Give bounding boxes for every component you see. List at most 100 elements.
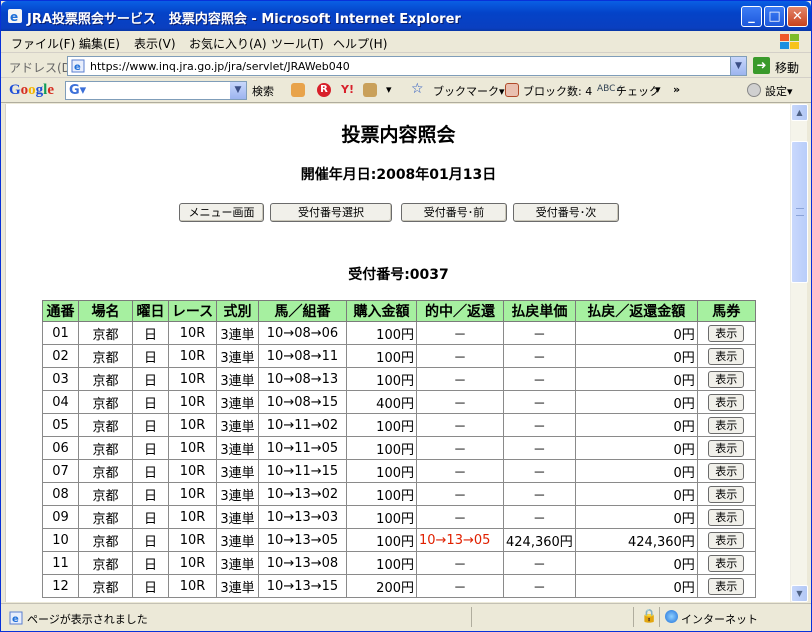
row-hit: － [416, 574, 504, 598]
row-seq: 05 [42, 413, 79, 437]
menu-view[interactable]: 表示(V) [134, 35, 176, 52]
row-hit: － [416, 413, 504, 437]
yahoo-icon[interactable]: Y! [341, 83, 355, 97]
col-header: 払戻単価 [503, 300, 576, 322]
col-header: 購入金額 [346, 300, 417, 322]
row-day: 日 [132, 390, 169, 414]
show-ticket-button[interactable]: 表示 [708, 577, 745, 595]
row-bet-type: 3連単 [216, 367, 259, 391]
row-payout-unit: － [503, 482, 576, 506]
row-race: 10R [168, 551, 217, 575]
settings-icon [747, 83, 761, 97]
row-ticket: 表示 [696, 436, 756, 460]
show-ticket-button[interactable]: 表示 [708, 416, 745, 434]
menu-help[interactable]: ヘルプ(H) [333, 35, 387, 52]
row-combination: 10→11→02 [258, 413, 347, 437]
address-dropdown-icon[interactable]: ▼ [730, 57, 746, 75]
row-combination: 10→13→03 [258, 505, 347, 529]
row-venue: 京都 [78, 413, 133, 437]
row-payout-unit: － [503, 367, 576, 391]
table-row: 08 京都日 10R 3連単 10→13→02 100円－－ 0円 表示 [42, 482, 756, 506]
row-seq: 11 [42, 551, 79, 575]
menu-tools[interactable]: ツール(T) [271, 35, 324, 52]
google-search-input[interactable]: G▾ ▼ [65, 81, 247, 100]
row-hit: － [416, 321, 504, 345]
row-amount: 100円 [346, 551, 417, 575]
scroll-down-icon[interactable]: ▼ [791, 585, 808, 602]
title-bar[interactable]: e JRA投票照会サービス 投票内容照会 - Microsoft Interne… [1, 1, 811, 31]
receipt-number: 受付番号:0037 [348, 267, 449, 283]
show-ticket-button[interactable]: 表示 [708, 485, 745, 503]
menu-screen-button[interactable]: メニュー画面 [179, 203, 264, 222]
more-chevron-icon[interactable]: » [673, 83, 680, 96]
table-row: 01 京都日 10R 3連単 10→08→06 100円－－ 0円 表示 [42, 321, 756, 345]
bookmarks-button[interactable]: ブックマーク▾ [433, 83, 505, 99]
maximize-button[interactable]: □ [764, 6, 785, 27]
settings-button[interactable]: 設定▾ [765, 83, 793, 99]
row-seq: 07 [42, 459, 79, 483]
extension-dropdown-icon[interactable]: ▾ [386, 83, 392, 96]
vertical-scrollbar[interactable]: ▲ ▼ [790, 104, 808, 602]
spellcheck-button[interactable]: チェック [616, 83, 660, 99]
row-payout-total: 0円 [574, 551, 698, 575]
address-label: アドレス(D) [9, 61, 76, 75]
show-ticket-button[interactable]: 表示 [708, 370, 745, 388]
spellcheck-dropdown-icon[interactable]: ▾ [655, 83, 661, 96]
row-payout-unit: － [503, 344, 576, 368]
google-logo[interactable]: Google [9, 82, 54, 99]
show-ticket-button[interactable]: 表示 [708, 531, 745, 549]
receipt-next-button[interactable]: 受付番号･次 [513, 203, 619, 222]
table-row: 07 京都日 10R 3連単 10→11→15 100円－－ 0円 表示 [42, 459, 756, 483]
row-race: 10R [168, 413, 217, 437]
show-ticket-button[interactable]: 表示 [708, 324, 745, 342]
table-row: 10 京都日 10R 3連単 10→13→05 100円 10→13→05 424,360円 4… [42, 528, 756, 552]
go-arrow-icon: ➜ [753, 57, 770, 74]
menu-edit[interactable]: 編集(E) [79, 35, 120, 52]
row-day: 日 [132, 436, 169, 460]
pagerank-icon[interactable] [291, 83, 305, 97]
google-search-dropdown-icon[interactable]: ▼ [230, 82, 246, 99]
extension-icon[interactable] [363, 83, 377, 97]
show-ticket-button[interactable]: 表示 [708, 347, 745, 365]
col-header: 馬／組番 [258, 300, 347, 322]
table-row: 12 京都日 10R 3連単 10→13→15 200円－－ 0円 表示 [42, 574, 756, 598]
minimize-button[interactable]: _ [741, 6, 762, 27]
row-bet-type: 3連単 [216, 436, 259, 460]
row-hit: － [416, 459, 504, 483]
row-ticket: 表示 [696, 344, 756, 368]
table-row: 03 京都日 10R 3連単 10→08→13 100円－－ 0円 表示 [42, 367, 756, 391]
google-search-button[interactable]: 検索 [252, 83, 274, 99]
address-input[interactable]: e https://www.inq.jra.go.jp/jra/servlet/… [67, 56, 747, 76]
menu-favorites[interactable]: お気に入り(A) [189, 35, 267, 52]
row-payout-total: 0円 [574, 436, 698, 460]
go-button[interactable]: ➜ 移動 [753, 57, 809, 75]
row-amount: 100円 [346, 344, 417, 368]
receipt-select-button[interactable]: 受付番号選択 [270, 203, 392, 222]
bet-table: 通番 場名 曜日 レース 式別 馬／組番 購入金額 的中／返還 払戻単価 払戻／… [42, 300, 756, 598]
show-ticket-button[interactable]: 表示 [708, 439, 745, 457]
row-amount: 100円 [346, 482, 417, 506]
row-race: 10R [168, 321, 217, 345]
star-icon[interactable]: ☆ [411, 81, 424, 97]
internet-globe-icon [665, 610, 678, 623]
show-ticket-button[interactable]: 表示 [708, 554, 745, 572]
show-ticket-button[interactable]: 表示 [708, 393, 745, 411]
row-race: 10R [168, 459, 217, 483]
menu-file[interactable]: ファイル(F) [11, 35, 75, 52]
table-row: 06 京都日 10R 3連単 10→11→05 100円－－ 0円 表示 [42, 436, 756, 460]
show-ticket-button[interactable]: 表示 [708, 508, 745, 526]
r-icon[interactable]: R [317, 83, 331, 97]
row-hit: － [416, 367, 504, 391]
row-day: 日 [132, 551, 169, 575]
popup-blocked-count[interactable]: ブロック数: 4 [523, 83, 592, 99]
row-payout-total: 0円 [574, 413, 698, 437]
scroll-thumb[interactable] [791, 141, 808, 283]
show-ticket-button[interactable]: 表示 [708, 462, 745, 480]
close-button[interactable]: ✕ [787, 6, 808, 27]
receipt-prev-button[interactable]: 受付番号･前 [401, 203, 507, 222]
row-day: 日 [132, 482, 169, 506]
page-done-icon: e [9, 611, 23, 625]
row-seq: 01 [42, 321, 79, 345]
row-combination: 10→13→15 [258, 574, 347, 598]
scroll-up-icon[interactable]: ▲ [791, 104, 808, 121]
